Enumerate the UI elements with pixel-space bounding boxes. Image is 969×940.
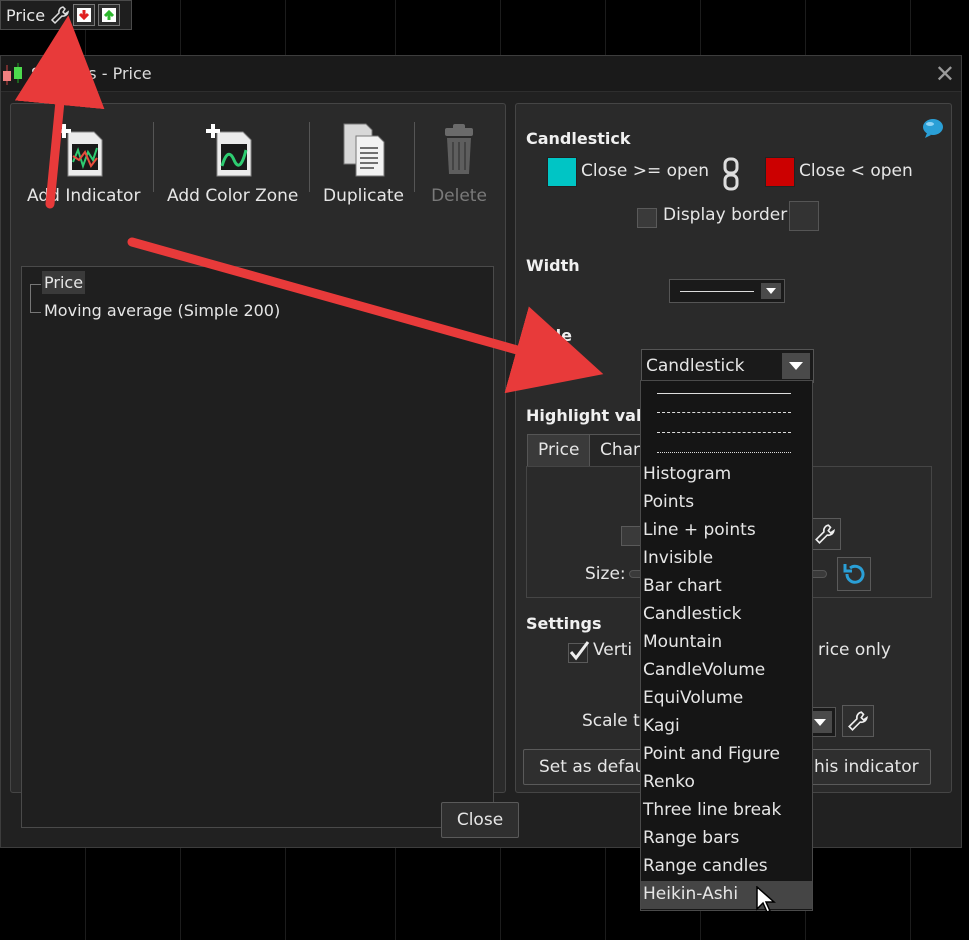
dropdown-option[interactable]: Range candles [641,853,812,881]
dialog-titlebar[interactable]: Settings - Price ✕ [1,56,961,92]
size-label: Size: [585,564,626,584]
dropdown-option[interactable]: Bar chart [641,573,812,601]
display-border-checkbox[interactable] [637,208,657,228]
highlight-checkbox[interactable] [621,526,641,546]
this-indicator-label: his indicator [814,757,919,777]
dropdown-option[interactable]: EquiVolume [641,685,812,713]
width-section-title: Width [526,256,580,275]
tree-connector [30,284,31,312]
add-color-zone-label: Add Color Zone [167,186,299,206]
line-style-dotted[interactable] [657,452,791,453]
mouse-cursor-icon [756,886,776,913]
wrench-icon[interactable] [809,518,841,550]
toolbar-separator [414,122,415,192]
duplicate-label: Duplicate [323,186,404,206]
dropdown-option[interactable]: Kagi [641,713,812,741]
wrench-icon[interactable] [842,705,874,737]
indicator-toolbar: Add Indicator Add Color Zone Duplicate D… [11,104,505,214]
indicator-tree: Price Moving average (Simple 200) [21,266,494,828]
settings-dialog: Settings - Price ✕ Add Indicator Add Col… [0,55,962,848]
dropdown-option[interactable]: Three line break [641,797,812,825]
tab-price[interactable]: Price [527,434,591,466]
tree-item-price[interactable]: Price [42,271,86,294]
trash-icon [445,124,473,174]
dropdown-option[interactable]: Range bars [641,825,812,853]
add-color-zone-button[interactable]: Add Color Zone [167,122,298,206]
add-indicator-label: Add Indicator [27,186,141,206]
move-up-icon[interactable] [98,4,121,26]
display-border-label: Display border [663,205,788,225]
link-icon[interactable] [722,157,740,191]
dropdown-option[interactable]: Mountain [641,629,812,657]
width-line-preview [680,291,754,292]
down-color-swatch[interactable] [765,157,795,187]
candlestick-section-title: Candlestick [526,129,631,148]
dropdown-option[interactable]: Candlestick [641,601,812,629]
settings-section-title: Settings [526,614,602,633]
style-dropdown[interactable]: Candlestick [641,349,814,383]
dropdown-option[interactable]: Histogram [641,461,812,489]
chevron-down-icon [782,353,810,379]
dropdown-option[interactable]: Points [641,489,812,517]
tree-item-moving-average[interactable]: Moving average (Simple 200) [42,299,282,322]
highlight-section-title: Highlight valu [526,406,653,425]
dropdown-option[interactable]: Invisible [641,545,812,573]
line-style-solid[interactable] [657,393,791,394]
add-indicator-icon [56,124,103,177]
duplicate-button[interactable]: Duplicate [323,122,404,206]
dropdown-option[interactable]: CandleVolume [641,657,812,685]
add-indicator-button[interactable]: Add Indicator [27,122,140,206]
set-as-default-label: Set as defau [539,757,646,777]
reset-icon[interactable] [837,557,871,591]
vertical-label: Verti [593,640,633,660]
border-color-swatch[interactable] [789,201,819,231]
price-tag-label: Price [6,5,46,25]
dialog-title: Settings - Price [31,64,152,83]
close-icon[interactable]: ✕ [935,60,955,88]
line-style-dash-dot[interactable] [657,432,791,433]
width-dropdown[interactable] [669,279,785,303]
style-dropdown-value: Candlestick [646,356,745,376]
dropdown-option[interactable]: Heikin-Ashi [641,881,812,909]
line-style-dashed[interactable] [657,412,791,413]
price-only-label: rice only [818,640,891,660]
candlestick-app-icon [3,62,22,85]
chat-help-icon[interactable] [922,118,944,138]
indicator-panel: Add Indicator Add Color Zone Duplicate D… [10,103,506,828]
style-dropdown-list[interactable]: Histogram Points Line + points Invisible Bar… [640,380,813,911]
dropdown-option[interactable]: Renko [641,769,812,797]
wrench-icon[interactable] [49,4,71,26]
price-series-tag[interactable]: Price [0,0,132,30]
vertical-checkbox[interactable] [568,641,590,663]
dropdown-option[interactable]: Line + points [641,517,812,545]
chevron-down-icon [761,283,781,299]
tree-connector [30,312,41,313]
dropdown-option[interactable]: Point and Figure [641,741,812,769]
up-color-label: Close >= open [581,161,710,181]
down-color-label: Close < open [799,161,913,181]
move-down-icon[interactable] [73,4,96,26]
style-section-title: Style [526,326,572,345]
tree-connector [30,284,41,285]
delete-button[interactable]: Delete [431,122,487,206]
delete-label: Delete [431,186,487,206]
toolbar-separator [309,122,310,192]
up-color-swatch[interactable] [547,157,577,187]
add-color-zone-icon [205,124,252,177]
close-button[interactable]: Close [441,802,519,838]
toolbar-separator [153,122,154,192]
duplicate-icon [343,123,384,177]
